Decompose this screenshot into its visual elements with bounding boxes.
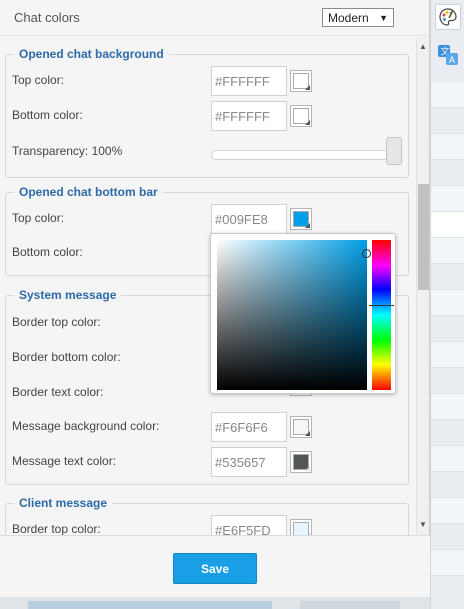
- vertical-scrollbar[interactable]: ▲ ▼: [416, 37, 429, 535]
- row-transparency: Transparency: 100%: [6, 137, 410, 165]
- row-label: Top color:: [12, 73, 65, 87]
- border-top-color-swatch[interactable]: [290, 519, 312, 535]
- border-top-color-input[interactable]: #E6F5FD: [211, 515, 287, 535]
- section-legend: Opened chat background: [14, 47, 169, 61]
- hue-slider[interactable]: [372, 240, 391, 390]
- theme-select-value: Modern: [328, 10, 369, 25]
- background-list: [431, 82, 464, 576]
- svg-text:A: A: [449, 56, 456, 66]
- row-top-color: Top color: #FFFFFF: [6, 66, 410, 96]
- top-color-swatch[interactable]: [290, 208, 312, 230]
- message-text-color-swatch[interactable]: [290, 451, 312, 473]
- section-client-message: Client message Border top color: #E6F5FD: [5, 496, 410, 535]
- row-message-background-color: Message background color: #F6F6F6: [6, 412, 410, 442]
- background-page: [0, 597, 430, 609]
- row-message-text-color: Message text color: #535657: [6, 447, 410, 477]
- panel-title: Chat colors: [14, 10, 80, 25]
- row-label: Bottom color:: [12, 108, 83, 122]
- message-background-color-input[interactable]: #F6F6F6: [211, 412, 287, 442]
- scrollbar-thumb[interactable]: [418, 184, 429, 290]
- panel-header: Chat colors Modern ▼: [0, 0, 429, 36]
- row-label: Bottom color:: [12, 245, 83, 259]
- top-color-swatch[interactable]: [290, 70, 312, 92]
- row-label: Transparency: 100%: [12, 144, 123, 158]
- row-label: Message text color:: [12, 454, 117, 468]
- section-legend: Client message: [14, 496, 113, 510]
- color-picker-popup: [210, 233, 396, 394]
- row-label: Border top color:: [12, 522, 101, 535]
- message-background-color-swatch[interactable]: [290, 416, 312, 438]
- scroll-up-icon[interactable]: ▲: [417, 41, 429, 53]
- section-legend: System message: [14, 288, 122, 302]
- row-label: Border text color:: [12, 385, 104, 399]
- translate-icon[interactable]: 文 A: [435, 42, 461, 68]
- message-text-color-input[interactable]: #535657: [211, 447, 287, 477]
- row-label: Border bottom color:: [12, 350, 121, 364]
- top-color-input[interactable]: #FFFFFF: [211, 66, 287, 96]
- chevron-down-icon: ▼: [379, 12, 388, 23]
- top-color-input[interactable]: #009FE8: [211, 204, 287, 234]
- save-button[interactable]: Save: [173, 553, 257, 584]
- bottom-color-input[interactable]: #FFFFFF: [211, 101, 287, 131]
- right-toolbar: 文 A: [430, 0, 464, 609]
- panel-footer: Save: [0, 535, 430, 597]
- transparency-slider-handle[interactable]: [386, 137, 402, 165]
- hue-slider-marker[interactable]: [369, 305, 394, 306]
- section-legend: Opened chat bottom bar: [14, 185, 163, 199]
- row-label: Message background color:: [12, 419, 160, 433]
- row-border-top-color: Border top color: #E6F5FD: [6, 515, 410, 535]
- bottom-color-swatch[interactable]: [290, 105, 312, 127]
- color-picker-cursor[interactable]: [362, 249, 371, 258]
- scroll-down-icon[interactable]: ▼: [417, 519, 429, 531]
- row-label: Border top color:: [12, 315, 101, 329]
- row-bottom-color: Bottom color: #FFFFFF: [6, 101, 410, 131]
- palette-icon[interactable]: [435, 4, 461, 30]
- saturation-value-area[interactable]: [217, 240, 367, 390]
- section-opened-chat-background: Opened chat background Top color: #FFFFF…: [5, 47, 410, 178]
- theme-select[interactable]: Modern ▼: [322, 8, 394, 27]
- row-top-color: Top color: #009FE8: [6, 204, 410, 234]
- row-label: Top color:: [12, 211, 65, 225]
- transparency-slider[interactable]: [211, 150, 391, 160]
